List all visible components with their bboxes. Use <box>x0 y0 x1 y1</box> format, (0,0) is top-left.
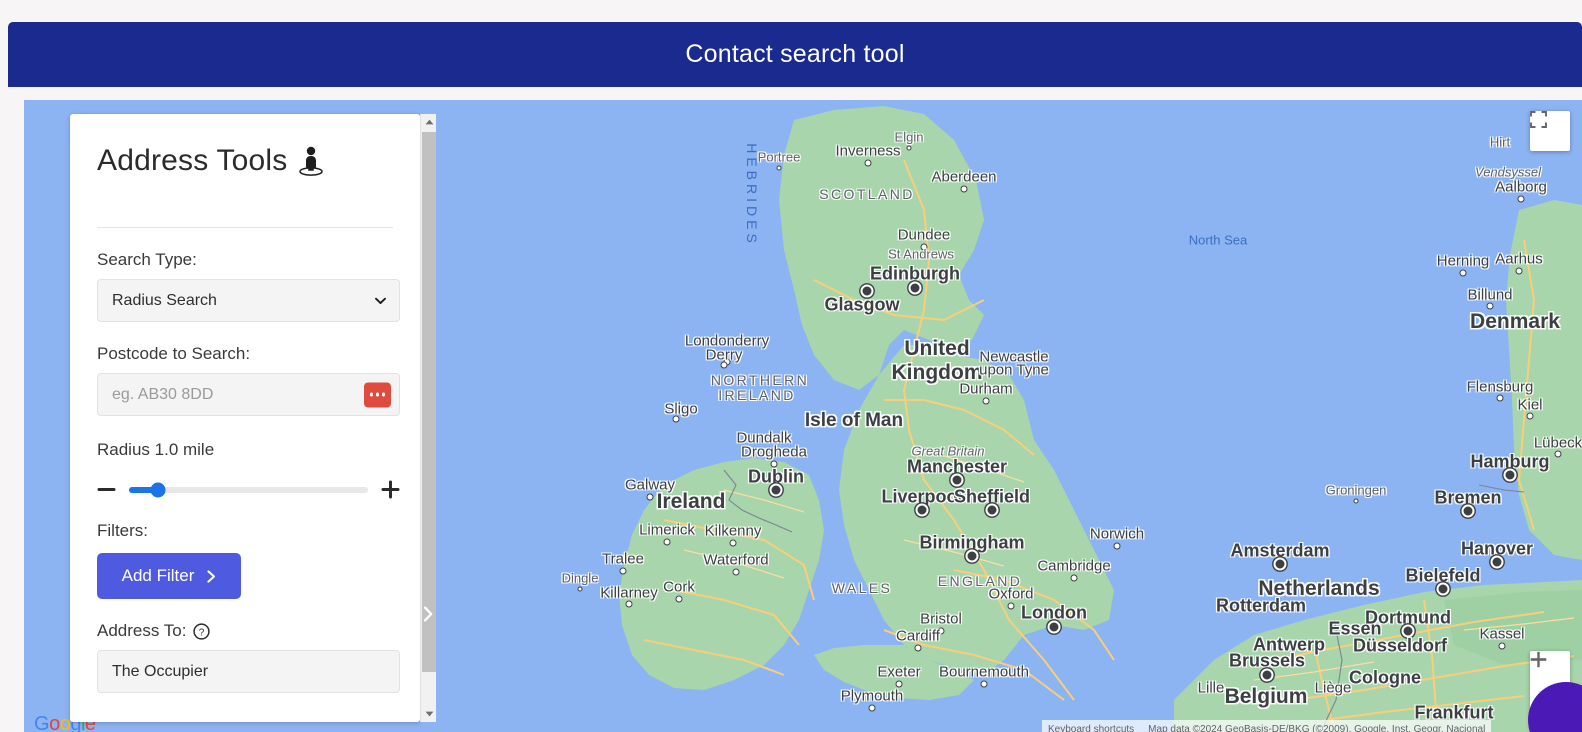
map-city-dot <box>771 485 781 495</box>
map-city-dot <box>732 568 740 576</box>
page-title: Contact search tool <box>685 40 905 68</box>
search-type-selected-value: Radius Search <box>112 291 217 309</box>
app-header: Contact search tool <box>8 22 1582 87</box>
map-city-dot <box>967 551 977 561</box>
map-attribution: Keyboard shortcuts Map data ©2024 GeoBas… <box>1042 720 1492 732</box>
map-city-dot <box>1498 642 1506 650</box>
postcode-placeholder: eg. AB30 8DD <box>112 385 214 403</box>
google-logo-o1: o <box>49 713 60 732</box>
postcode-input[interactable]: eg. AB30 8DD <box>97 373 400 416</box>
map-city-dot <box>1459 269 1467 277</box>
map-city-dot <box>776 165 782 171</box>
map-city-dot <box>960 185 968 193</box>
map-city-dot <box>675 595 683 603</box>
map-city-dot <box>729 539 737 547</box>
map-city-dot <box>906 145 912 151</box>
radius-slider-track[interactable] <box>129 482 368 497</box>
map-city-dot <box>672 415 680 423</box>
chevron-right-icon <box>423 606 432 622</box>
google-logo-g1: G <box>34 713 50 732</box>
address-to-value: The Occupier <box>112 662 209 680</box>
map-city-dot <box>1403 626 1413 636</box>
map-city-dot <box>868 704 876 712</box>
panel-scrollbar[interactable] <box>420 114 436 722</box>
panel-title-text: Address Tools <box>97 144 288 177</box>
map-city-dot <box>720 361 728 369</box>
minus-icon[interactable] <box>97 480 116 499</box>
map-data-attribution: Map data ©2024 GeoBasis-DE/BKG (©2009), … <box>1148 723 1486 732</box>
fullscreen-button[interactable] <box>1530 111 1570 151</box>
search-type-select[interactable]: Radius Search <box>97 279 400 322</box>
add-filter-button-label: Add Filter <box>121 566 195 585</box>
map-city-dot <box>982 397 990 405</box>
map-city-dot <box>980 680 988 688</box>
chevron-down-icon <box>375 297 386 304</box>
svg-text:?: ? <box>199 627 205 638</box>
map-city-dot <box>910 283 920 293</box>
postcode-lookup-button[interactable] <box>364 382 391 407</box>
map-city-dot <box>1275 559 1285 569</box>
address-to-label: Address To: ? <box>97 621 393 641</box>
panel-title: Address Tools <box>97 144 393 178</box>
map-city-dot <box>1492 557 1502 567</box>
map-city-dot <box>1353 498 1359 504</box>
filters-label: Filters: <box>97 521 148 540</box>
map-city-dot <box>770 460 778 468</box>
radius-slider-row[interactable] <box>97 480 400 499</box>
map-city-dot <box>1554 450 1562 458</box>
map-city-dot <box>1505 470 1515 480</box>
scroll-down-arrow-icon[interactable] <box>421 706 437 722</box>
map-city-dot <box>937 627 945 635</box>
ellipsis-dot-2 <box>375 392 380 397</box>
map-city-dot <box>646 493 654 501</box>
map-city-dot <box>1526 412 1534 420</box>
ellipsis-dot-1 <box>369 392 374 397</box>
address-to-label-text: Address To: <box>97 621 187 640</box>
map-city-dot <box>1496 394 1504 402</box>
map-city-dot <box>987 505 997 515</box>
minus-icon <box>1530 658 1547 661</box>
map-city-dot <box>917 505 927 515</box>
map-city-dot <box>1515 267 1523 275</box>
map-city-dot <box>862 286 872 296</box>
map-city-dot <box>1070 574 1078 582</box>
map-city-dot <box>914 644 922 652</box>
fullscreen-icon <box>1530 111 1547 128</box>
map-city-dot <box>619 567 627 575</box>
address-to-input[interactable]: The Occupier <box>97 650 400 693</box>
panel-collapse-toggle[interactable] <box>420 600 436 628</box>
map-city-dot <box>864 159 872 167</box>
postcode-label: Postcode to Search: <box>97 344 251 363</box>
map-city-dot <box>1486 302 1494 310</box>
address-tools-panel: Address Tools Search Type: Radius Search… <box>70 114 420 722</box>
panel-divider <box>97 227 393 228</box>
ellipsis-dot-3 <box>381 392 386 397</box>
map-city-dot <box>1113 542 1121 550</box>
map-city-dot <box>1438 584 1448 594</box>
radius-label: Radius 1.0 mile <box>97 440 215 459</box>
map-city-dot <box>952 475 962 485</box>
map-city-dot <box>920 243 928 251</box>
map-city-dot <box>1007 602 1015 610</box>
map-city-dot <box>1049 622 1059 632</box>
map-city-dot <box>1262 670 1272 680</box>
map-city-dot <box>625 600 633 608</box>
map-city-dot <box>895 680 903 688</box>
map-city-dot <box>1463 506 1473 516</box>
chevron-right-icon <box>207 569 216 583</box>
page-root: Contact search tool .land { fill:#a8d5ab… <box>0 0 1582 732</box>
search-type-label: Search Type: <box>97 250 197 269</box>
add-filter-button[interactable]: Add Filter <box>97 553 241 599</box>
radius-slider-thumb[interactable] <box>150 482 166 497</box>
panel-scrollbar-thumb[interactable] <box>422 132 436 672</box>
question-circle-icon[interactable]: ? <box>193 622 211 640</box>
plus-icon[interactable] <box>381 480 400 499</box>
map-city-dot <box>577 586 583 592</box>
scroll-up-arrow-icon[interactable] <box>421 114 437 130</box>
street-view-pegman-icon[interactable] <box>298 146 324 176</box>
keyboard-shortcuts-link[interactable]: Keyboard shortcuts <box>1048 724 1134 732</box>
google-logo-o2: o <box>59 713 71 732</box>
map-city-dot <box>1517 195 1525 203</box>
map-city-dot <box>663 538 671 546</box>
